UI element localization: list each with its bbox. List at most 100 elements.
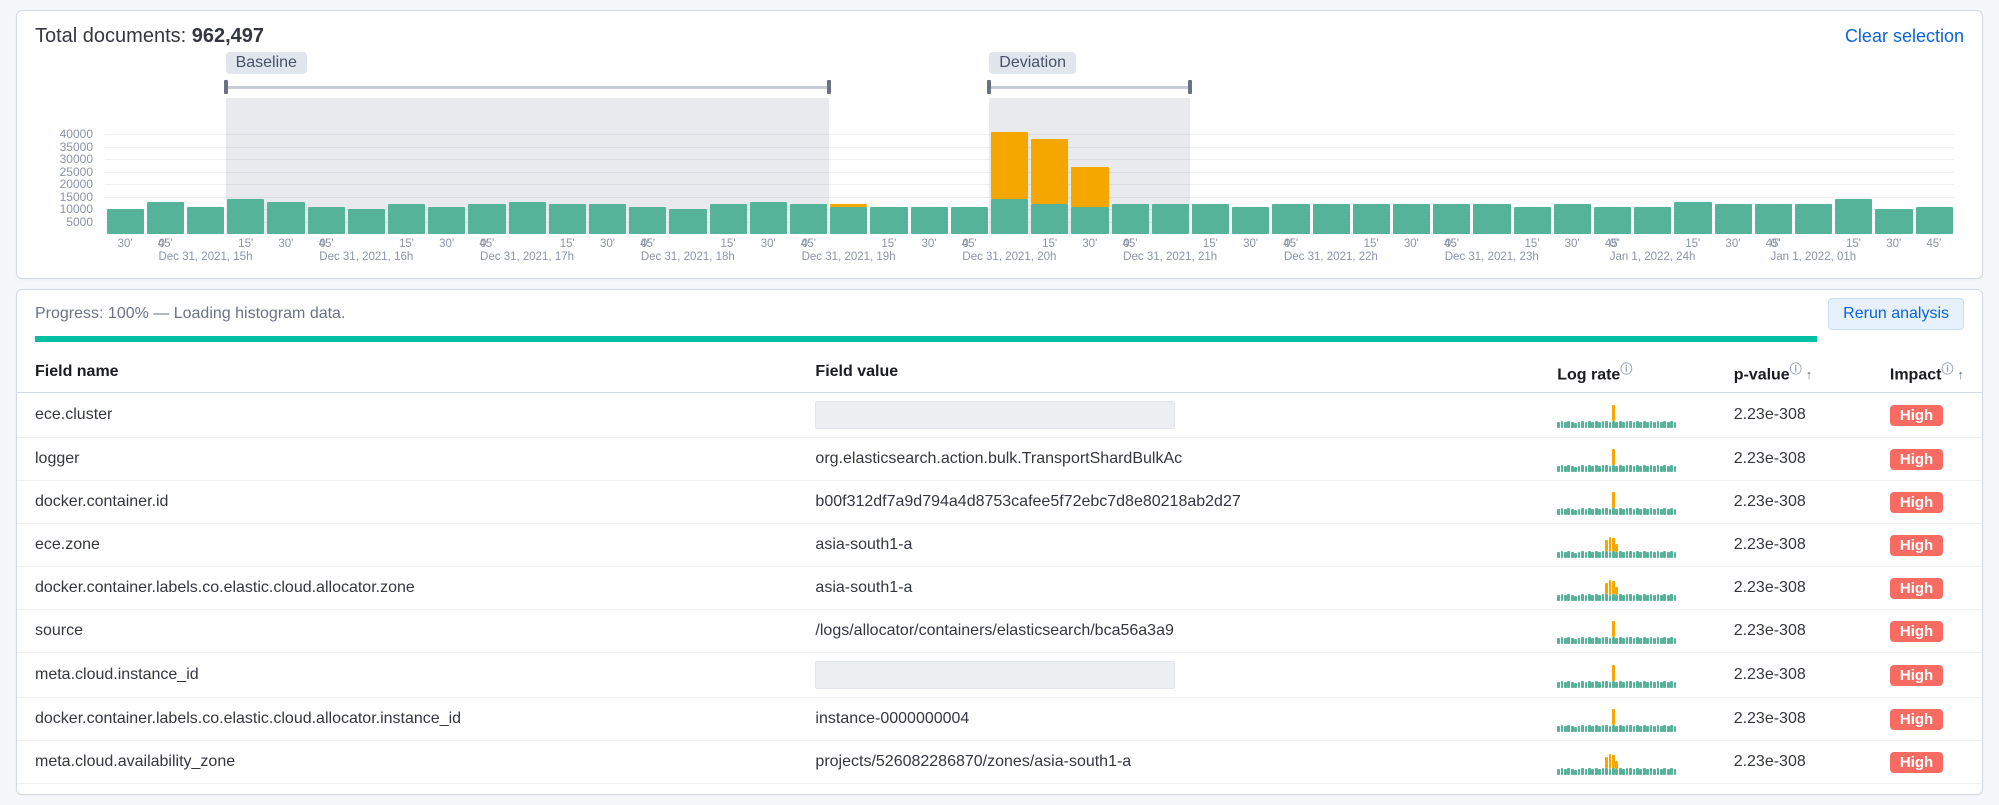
baseline-handle-left[interactable] <box>224 80 228 94</box>
x-tick: 15' <box>1846 238 1861 250</box>
cell-impact: High <box>1872 698 1982 741</box>
table-row[interactable]: docker.container.idb00f312df7a9d794a4d87… <box>17 481 1982 524</box>
cell-log-rate <box>1539 438 1715 481</box>
cell-field-value: /logs/allocator/containers/elasticsearch… <box>797 610 1539 653</box>
table-row[interactable]: meta.cloud.availability_zoneprojects/526… <box>17 741 1982 784</box>
x-tick: 15' <box>1685 238 1700 250</box>
info-icon: ⓘ <box>1790 362 1802 376</box>
cell-p-value: 2.23e-308 <box>1716 481 1872 524</box>
x-tick: 15' <box>721 238 736 250</box>
cell-log-rate <box>1539 653 1715 698</box>
cell-p-value: 2.23e-308 <box>1716 393 1872 438</box>
col-field-name[interactable]: Field name <box>17 352 797 393</box>
cell-impact: High <box>1872 741 1982 784</box>
x-tick: 30' <box>1243 238 1258 250</box>
impact-badge: High <box>1890 492 1943 513</box>
total-documents-label: Total documents: <box>35 25 192 47</box>
range-labels: Baseline Deviation <box>35 52 1964 86</box>
impact-badge: High <box>1890 578 1943 599</box>
deviation-handle-right[interactable] <box>1188 80 1192 94</box>
col-p-value[interactable]: p-valueⓘ↑ <box>1716 352 1872 393</box>
x-tick: 30' <box>1082 238 1097 250</box>
x-tick: 15' <box>881 238 896 250</box>
sort-asc-icon: ↑ <box>1806 367 1813 382</box>
impact-badge: High <box>1890 405 1943 426</box>
plot-area[interactable] <box>105 134 1954 234</box>
cell-field-name: docker.container.labels.co.elastic.cloud… <box>17 567 797 610</box>
cell-p-value: 2.23e-308 <box>1716 524 1872 567</box>
y-tick: 30000 <box>60 152 93 166</box>
progress-bar <box>35 336 1817 342</box>
cell-p-value: 2.23e-308 <box>1716 610 1872 653</box>
bars <box>105 134 1954 234</box>
cell-field-name: meta.cloud.availability_zone <box>17 741 797 784</box>
deviation-label: Deviation <box>989 52 1076 74</box>
cell-field-value: projects/526082286870/zones/asia-south1-… <box>797 741 1539 784</box>
histogram-panel: Total documents: 962,497 Clear selection… <box>16 10 1983 279</box>
cell-impact: High <box>1872 524 1982 567</box>
cell-field-value: b00f312df7a9d794a4d8753cafee5f72ebc7d8e8… <box>797 481 1539 524</box>
y-tick: 25000 <box>60 165 93 179</box>
progress-text: Progress: 100% — Loading histogram data. <box>35 305 345 323</box>
cell-log-rate <box>1539 524 1715 567</box>
total-documents: Total documents: 962,497 <box>35 25 264 48</box>
col-log-rate[interactable]: Log rateⓘ <box>1539 352 1715 393</box>
cell-field-name: ece.cluster <box>17 393 797 438</box>
cell-field-value <box>797 393 1539 438</box>
x-tick: 30' <box>1725 238 1740 250</box>
table-row[interactable]: loggerorg.elasticsearch.action.bulk.Tran… <box>17 438 1982 481</box>
cell-impact: High <box>1872 567 1982 610</box>
cell-field-value <box>797 653 1539 698</box>
table-row[interactable]: source/logs/allocator/containers/elastic… <box>17 610 1982 653</box>
y-tick: 40000 <box>60 127 93 141</box>
table-row[interactable]: ece.zoneasia-south1-a2.23e-308High <box>17 524 1982 567</box>
table-row[interactable]: docker.container.labels.co.elastic.cloud… <box>17 567 1982 610</box>
x-tick: 30' <box>761 238 776 250</box>
info-icon: ⓘ <box>1941 362 1953 376</box>
rerun-analysis-button[interactable]: Rerun analysis <box>1828 298 1964 330</box>
x-tick: 15' <box>1364 238 1379 250</box>
table-row[interactable]: docker.container.labels.co.elastic.cloud… <box>17 698 1982 741</box>
cell-field-value: asia-south1-a <box>797 567 1539 610</box>
impact-badge: High <box>1890 709 1943 730</box>
y-tick: 20000 <box>60 177 93 191</box>
info-icon: ⓘ <box>1620 362 1632 376</box>
table-row[interactable]: ece.cluster 2.23e-308 High <box>17 393 1982 438</box>
x-axis: 30'45'0'Dec 31, 2021, 15h15'30'45'0'Dec … <box>105 238 1954 272</box>
x-tick: 30' <box>1886 238 1901 250</box>
cell-p-value: 2.23e-308 <box>1716 741 1872 784</box>
impact-badge: High <box>1890 449 1943 470</box>
sparkline <box>1557 662 1677 688</box>
cell-impact: High <box>1872 393 1982 438</box>
baseline-handle-right[interactable] <box>827 80 831 94</box>
x-tick: 30' <box>118 238 133 250</box>
impact-badge: High <box>1890 535 1943 556</box>
cell-impact: High <box>1872 610 1982 653</box>
cell-impact: High <box>1872 653 1982 698</box>
cell-p-value: 2.23e-308 <box>1716 698 1872 741</box>
cell-field-value: instance-0000000004 <box>797 698 1539 741</box>
x-tick: 15' <box>1203 238 1218 250</box>
panel-header: Total documents: 962,497 Clear selection <box>35 25 1964 48</box>
deviation-handle-left[interactable] <box>987 80 991 94</box>
y-axis: 500010000150002000025000300003500040000 <box>35 134 99 234</box>
col-impact[interactable]: Impactⓘ↑ <box>1872 352 1982 393</box>
cell-impact: High <box>1872 438 1982 481</box>
x-tick: 15' <box>238 238 253 250</box>
clear-selection-link[interactable]: Clear selection <box>1845 26 1964 47</box>
y-tick: 35000 <box>60 140 93 154</box>
cell-field-name: logger <box>17 438 797 481</box>
chart[interactable]: 500010000150002000025000300003500040000 … <box>35 134 1964 272</box>
sparkline <box>1557 532 1677 558</box>
sparkline <box>1557 446 1677 472</box>
table-row[interactable]: meta.cloud.instance_id2.23e-308High <box>17 653 1982 698</box>
baseline-range-slider[interactable] <box>226 82 829 92</box>
x-tick-major: 0'Jan 1, 2022, 01h <box>1770 238 1856 264</box>
sparkline <box>1557 402 1677 428</box>
col-field-value[interactable]: Field value <box>797 352 1539 393</box>
deviation-range-slider[interactable] <box>989 82 1190 92</box>
cell-p-value: 2.23e-308 <box>1716 653 1872 698</box>
redacted-value <box>815 401 1175 429</box>
x-tick: 30' <box>1404 238 1419 250</box>
cell-p-value: 2.23e-308 <box>1716 438 1872 481</box>
